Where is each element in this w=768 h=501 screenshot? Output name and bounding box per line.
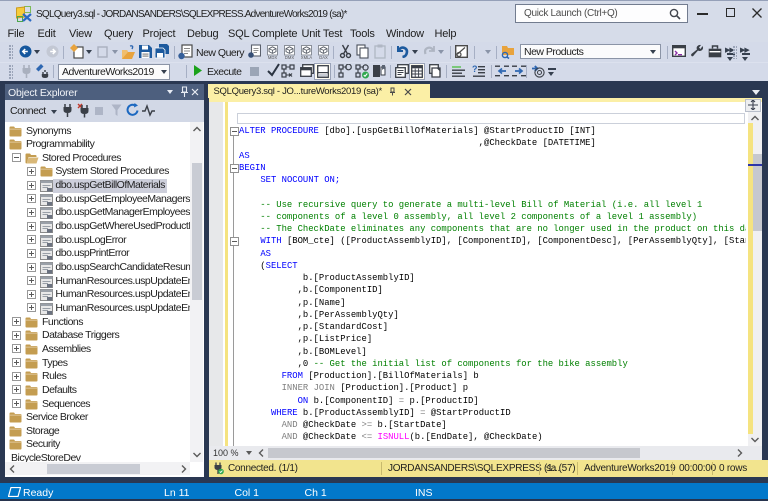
svg-text:MDX: MDX — [268, 55, 278, 60]
svg-text:DAX: DAX — [320, 55, 329, 60]
svg-text:DMX: DMX — [285, 55, 295, 60]
svg-text:XMLA: XMLA — [300, 55, 312, 60]
svg-text:?: ? — [472, 64, 478, 74]
